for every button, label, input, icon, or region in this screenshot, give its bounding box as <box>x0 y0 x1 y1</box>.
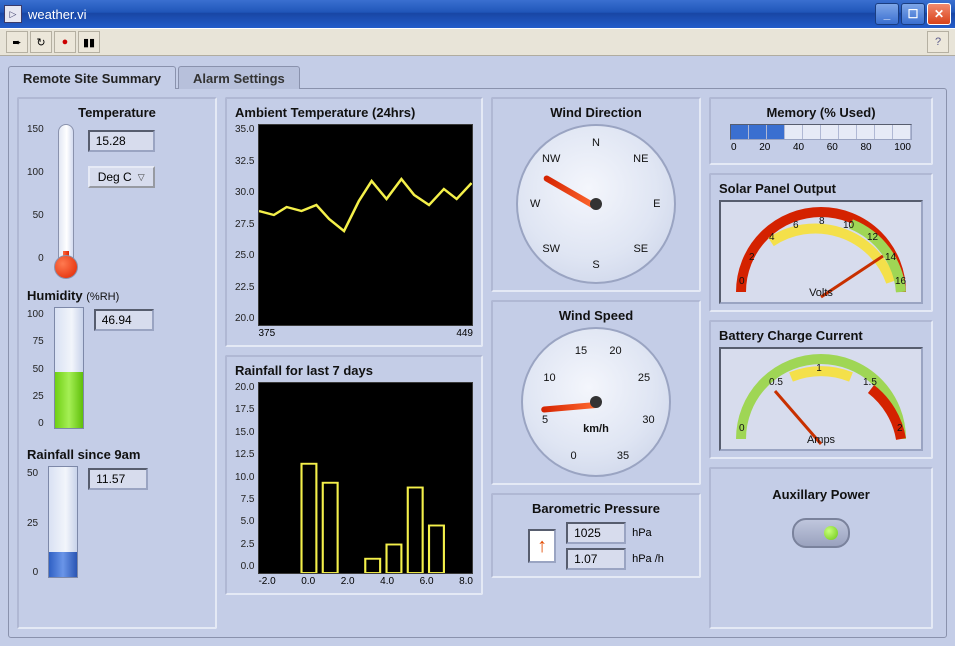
humidity-scale: 100 75 50 25 0 <box>27 309 44 429</box>
tab-remote-site-summary[interactable]: Remote Site Summary <box>8 66 176 89</box>
temperature-label: Temperature <box>27 105 207 120</box>
rain9-value: 11.57 <box>88 468 148 490</box>
pause-button[interactable]: ▮▮ <box>78 31 100 53</box>
memory-label: Memory (% Used) <box>719 105 923 120</box>
wind-speed-label: Wind Speed <box>501 308 691 323</box>
wind-speed-gauge: 0 5 10 15 20 25 30 35 km/h <box>521 327 671 477</box>
svg-text:1.5: 1.5 <box>863 377 877 388</box>
maximize-button[interactable]: ☐ <box>901 3 925 25</box>
svg-text:0.5: 0.5 <box>769 377 783 388</box>
ambient-chart[interactable] <box>258 124 473 326</box>
wind-speed-block: Wind Speed 0 5 10 15 20 25 30 35 km/h <box>491 300 701 485</box>
tab-panel: Temperature 150 100 50 0 <box>8 88 947 638</box>
run-button[interactable]: ➨ <box>6 31 28 53</box>
chevron-down-icon: ▽ <box>138 172 145 183</box>
barometric-unit: hPa <box>632 527 652 539</box>
svg-text:8: 8 <box>819 216 825 227</box>
memory-scale: 020406080100 <box>731 142 911 153</box>
temperature-scale: 150 100 50 0 <box>27 124 44 264</box>
app-icon: ▷ <box>4 5 22 23</box>
wind-direction-label: Wind Direction <box>501 105 691 120</box>
humidity-label: Humidity (%RH) <box>27 288 207 303</box>
barometric-block: Barometric Pressure ↑ 1025 hPa 1.07 hPa … <box>491 493 701 578</box>
aux-power-block: Auxillary Power <box>709 467 933 629</box>
svg-text:14: 14 <box>885 252 897 263</box>
temperature-unit-select[interactable]: Deg C ▽ <box>88 166 155 188</box>
solar-block: Solar Panel Output 0 2 4 6 8 <box>709 173 933 312</box>
help-button[interactable]: ? <box>927 31 949 53</box>
ambient-x-min: 375 <box>258 328 275 339</box>
svg-text:6: 6 <box>793 220 799 231</box>
close-button[interactable]: ✕ <box>927 3 951 25</box>
barometric-value: 1025 <box>566 522 626 544</box>
ambient-y-axis: 35.032.530.027.525.022.520.0 <box>235 124 254 324</box>
rain7-chart[interactable] <box>258 382 473 574</box>
rain9-label: Rainfall since 9am <box>27 447 207 462</box>
memory-block: Memory (% Used) 020406080100 <box>709 97 933 165</box>
svg-text:12: 12 <box>867 232 879 243</box>
svg-text:16: 16 <box>895 276 907 287</box>
rain9-block: Rainfall since 9am 50 25 0 11.57 <box>27 447 207 578</box>
minimize-button[interactable]: _ <box>875 3 899 25</box>
humidity-block: Humidity (%RH) 100 75 50 25 0 <box>27 288 207 429</box>
ambient-chart-block: Ambient Temperature (24hrs) 35.032.530.0… <box>225 97 483 347</box>
temperature-value: 15.28 <box>88 130 155 152</box>
aux-power-label: Auxillary Power <box>719 487 923 502</box>
svg-text:0: 0 <box>739 423 745 434</box>
led-on-icon <box>824 526 838 540</box>
svg-text:4: 4 <box>769 232 775 243</box>
svg-text:10: 10 <box>843 220 855 231</box>
rain7-y-axis: 20.017.515.012.510.07.55.02.50.0 <box>235 382 254 572</box>
toolbar: ➨ ↻ ● ▮▮ ? <box>0 28 955 56</box>
wind-direction-gauge: N NE E SE S SW W NW <box>516 124 676 284</box>
rain7-x-axis: -2.00.02.04.06.08.0 <box>258 576 473 587</box>
rain7-chart-block: Rainfall for last 7 days 20.017.515.012.… <box>225 355 483 595</box>
rain9-scale: 50 25 0 <box>27 468 38 578</box>
wind-speed-unit: km/h <box>583 423 609 435</box>
rain7-chart-title: Rainfall for last 7 days <box>235 363 473 378</box>
svg-text:0: 0 <box>739 276 745 287</box>
battery-label: Battery Charge Current <box>719 328 923 343</box>
svg-text:2: 2 <box>897 423 903 434</box>
temperature-block: Temperature 150 100 50 0 <box>27 105 207 266</box>
abort-button[interactable]: ● <box>54 31 76 53</box>
svg-text:2: 2 <box>749 252 755 263</box>
wind-direction-block: Wind Direction N NE E SE S SW W NW <box>491 97 701 292</box>
trend-up-icon: ↑ <box>528 529 556 563</box>
tab-alarm-settings[interactable]: Alarm Settings <box>178 66 300 89</box>
barometric-label: Barometric Pressure <box>501 501 691 516</box>
barometric-rate-unit: hPa /h <box>632 553 664 565</box>
aux-power-button[interactable] <box>792 518 850 548</box>
window-title: weather.vi <box>28 7 875 22</box>
ambient-chart-title: Ambient Temperature (24hrs) <box>235 105 473 120</box>
svg-text:Amps: Amps <box>807 434 836 446</box>
memory-bar <box>730 124 912 140</box>
humidity-value: 46.94 <box>94 309 154 331</box>
solar-meter: 0 2 4 6 8 10 12 14 16 Volts <box>719 200 923 304</box>
battery-block: Battery Charge Current 0 0.5 1 1.5 2 <box>709 320 933 459</box>
window-titlebar: ▷ weather.vi _ ☐ ✕ <box>0 0 955 28</box>
ambient-x-max: 449 <box>456 328 473 339</box>
svg-text:Volts: Volts <box>809 287 833 299</box>
humidity-tank <box>54 307 84 429</box>
run-continuous-button[interactable]: ↻ <box>30 31 52 53</box>
thermometer-gauge <box>58 124 74 266</box>
rain9-tank <box>48 466 78 578</box>
solar-label: Solar Panel Output <box>719 181 923 196</box>
barometric-rate: 1.07 <box>566 548 626 570</box>
battery-meter: 0 0.5 1 1.5 2 Amps <box>719 347 923 451</box>
svg-text:1: 1 <box>816 363 822 374</box>
